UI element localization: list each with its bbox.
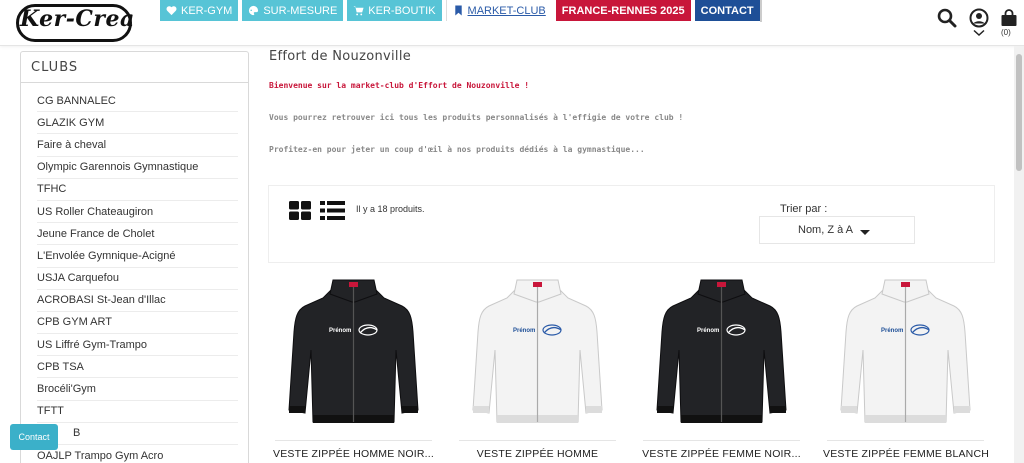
heart-icon bbox=[166, 6, 177, 16]
product-count: Il y a 18 produits. bbox=[356, 204, 425, 214]
product-image[interactable]: Prénom bbox=[823, 272, 988, 437]
search-icon[interactable] bbox=[937, 8, 957, 28]
product-card[interactable]: Prénom VESTE ZIPPÉE FEMME BLANCHE... bbox=[823, 272, 988, 463]
contact-button[interactable]: Contact bbox=[10, 424, 58, 450]
jacket-print-text: Prénom bbox=[513, 328, 535, 334]
products-toolbar: Il y a 18 produits. Trier par : Nom, Z à… bbox=[268, 185, 995, 263]
welcome-text: Bienvenue sur la market-club d'Effort de… bbox=[269, 81, 530, 90]
divider bbox=[827, 440, 984, 441]
scrollbar-thumb[interactable] bbox=[1016, 54, 1022, 171]
nav-label: KER-BOUTIK bbox=[368, 4, 436, 17]
page-title: Effort de Nouzonville bbox=[269, 49, 412, 64]
palette-icon bbox=[249, 5, 259, 16]
nav-label: CONTACT bbox=[700, 4, 754, 17]
club-link[interactable]: CPB TSA bbox=[37, 356, 238, 379]
product-name[interactable]: VESTE ZIPPÉE HOMME NOIR... bbox=[271, 448, 436, 460]
nav-divider bbox=[759, 0, 762, 22]
club-link[interactable]: CG BANNALEC bbox=[37, 90, 238, 113]
club-link[interactable]: ACROBASI St-Jean d'Illac bbox=[37, 290, 238, 312]
sort-select[interactable]: Nom, Z à A bbox=[759, 216, 915, 244]
product-name[interactable]: VESTE ZIPPÉE FEMME NOIR... bbox=[639, 448, 804, 460]
club-link[interactable]: Jeune France de Cholet bbox=[37, 223, 238, 246]
caret-down-icon bbox=[860, 230, 870, 235]
product-card[interactable]: Prénom VESTE ZIPPÉE HOMME NOIR... bbox=[271, 272, 436, 463]
club-link[interactable]: Brocéli'Gym bbox=[37, 378, 238, 401]
jacket-print-text: Prénom bbox=[881, 328, 903, 334]
club-link[interactable]: TFTT bbox=[37, 401, 238, 423]
product-image[interactable]: Prénom bbox=[455, 272, 620, 437]
product-card[interactable]: Prénom VESTE ZIPPÉE HOMME bbox=[455, 272, 620, 463]
product-name[interactable]: VESTE ZIPPÉE FEMME BLANCHE... bbox=[823, 448, 988, 460]
club-link[interactable]: TFHC bbox=[37, 179, 238, 201]
club-link[interactable]: US Liffré Gym-Trampo bbox=[37, 334, 238, 357]
club-link[interactable]: CPB GYM ART bbox=[37, 312, 238, 335]
divider bbox=[643, 440, 800, 441]
cart-icon bbox=[353, 6, 364, 16]
sort-value: Nom, Z à A bbox=[798, 224, 854, 236]
user-icon[interactable] bbox=[969, 8, 989, 28]
nav-ker-boutik[interactable]: KER-BOUTIK bbox=[347, 0, 442, 21]
club-link[interactable]: Faire à cheval bbox=[37, 134, 238, 157]
club-link[interactable]: US Roller Chateaugiron bbox=[37, 201, 238, 224]
grid-view-icon[interactable] bbox=[289, 201, 311, 220]
logo-text: Ker-Crea bbox=[20, 6, 135, 32]
product-image[interactable]: Prénom bbox=[639, 272, 804, 437]
main-nav: KER-GYM SUR-MESURE KER-BOUTIK MARKET-CLU… bbox=[160, 0, 762, 22]
divider bbox=[275, 440, 432, 441]
jacket-print-text: Prénom bbox=[697, 328, 719, 334]
clubs-sidebar: CLUBS CG BANNALEC GLAZIK GYM Faire à che… bbox=[20, 51, 249, 463]
divider bbox=[459, 440, 616, 441]
club-link[interactable]: OAJLP Trampo Gym Acro bbox=[37, 445, 238, 463]
club-link[interactable]: B bbox=[37, 423, 238, 445]
sort-label: Trier par : bbox=[780, 203, 828, 215]
nav-label: FRANCE-RENNES 2025 bbox=[561, 4, 685, 17]
nav-label: MARKET-CLUB bbox=[467, 4, 546, 17]
product-image[interactable]: Prénom bbox=[271, 272, 436, 437]
intro-text: Vous pourrez retrouver ici tous les prod… bbox=[269, 113, 684, 122]
sidebar-title: CLUBS bbox=[21, 52, 248, 83]
site-header: Ker-Crea KER-GYM SUR-MESURE KER-BOUTIK M… bbox=[0, 0, 1024, 46]
club-link[interactable]: L'Envolée Gymnique-Acigné bbox=[37, 245, 238, 268]
jacket-print-text: Prénom bbox=[329, 328, 351, 334]
nav-france-rennes[interactable]: FRANCE-RENNES 2025 bbox=[555, 0, 691, 21]
nav-label: SUR-MESURE bbox=[263, 4, 338, 17]
nav-sur-mesure[interactable]: SUR-MESURE bbox=[242, 0, 344, 21]
club-link[interactable]: Olympic Garennois Gymnastique bbox=[37, 157, 238, 179]
club-link[interactable]: USJA Carquefou bbox=[37, 268, 238, 290]
clubs-list: CG BANNALEC GLAZIK GYM Faire à cheval Ol… bbox=[21, 83, 248, 463]
bookmark-icon bbox=[454, 5, 462, 16]
nav-ker-gym[interactable]: KER-GYM bbox=[160, 0, 239, 21]
product-card[interactable]: Prénom VESTE ZIPPÉE FEMME NOIR... bbox=[639, 272, 804, 463]
product-name[interactable]: VESTE ZIPPÉE HOMME bbox=[455, 448, 620, 460]
nav-contact[interactable]: CONTACT bbox=[694, 0, 760, 21]
list-view-icon[interactable] bbox=[320, 201, 345, 220]
cart-icon[interactable] bbox=[1000, 9, 1018, 27]
club-link[interactable]: GLAZIK GYM bbox=[37, 112, 238, 135]
intro-text: Profitez-en pour jeter un coup d'œil à n… bbox=[269, 145, 645, 154]
nav-market-club[interactable]: MARKET-CLUB bbox=[445, 0, 552, 21]
page-scrollbar[interactable] bbox=[1014, 46, 1024, 463]
cart-count: (0) bbox=[1001, 28, 1011, 37]
chevron-down-icon[interactable] bbox=[973, 29, 985, 37]
nav-label: KER-GYM bbox=[181, 4, 233, 17]
